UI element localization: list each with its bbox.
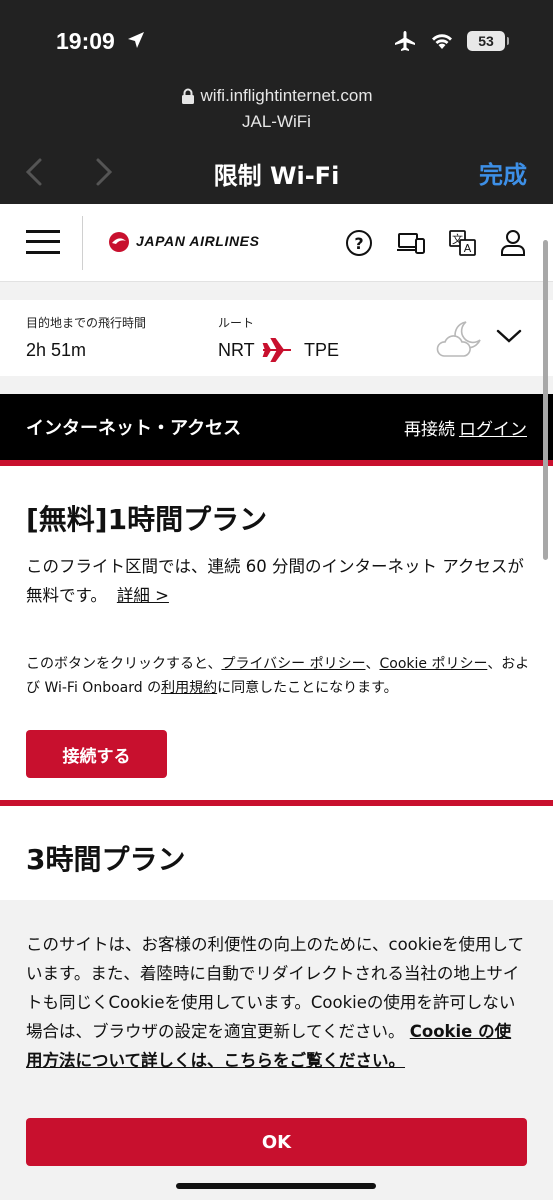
help-icon[interactable]: ? (344, 228, 374, 258)
connect-button[interactable]: 接続する (26, 730, 167, 778)
browser-title: 限制 Wi-Fi (213, 162, 340, 190)
access-title: インターネット・アクセス (26, 418, 242, 439)
free-plan-card: [無料]1時間プラン このフライト区間では、連続 60 分間のインターネット ア… (0, 466, 553, 800)
done-button[interactable]: 完成 (479, 155, 527, 190)
browser-chrome: 19:09 53 wifi.inflightinternet.com JAL-W… (0, 0, 553, 204)
translate-icon[interactable]: 文 A (448, 228, 478, 258)
login-link[interactable]: ログイン (459, 420, 527, 440)
airplane-icon (262, 338, 291, 362)
logo-text[interactable]: JAPAN AIRLINES (136, 233, 260, 249)
reconnect-link[interactable]: 再接続 (404, 420, 455, 440)
url-bar[interactable]: wifi.inflightinternet.com (0, 86, 553, 106)
route-origin: NRT (218, 340, 255, 360)
location-arrow-icon (128, 32, 144, 48)
svg-text:A: A (464, 242, 472, 255)
route-destination: TPE (304, 340, 340, 360)
ok-button[interactable]: OK (26, 1118, 527, 1166)
wifi-icon (432, 34, 452, 49)
status-time: 19:09 (56, 28, 115, 54)
details-link[interactable]: 詳細 > (117, 586, 169, 605)
home-indicator (176, 1183, 376, 1189)
three-hour-plan-card[interactable]: 3時間プラン (0, 806, 553, 900)
devices-icon[interactable] (396, 228, 426, 258)
chevron-down-icon[interactable] (496, 328, 522, 344)
jal-crane-logo-icon (109, 232, 129, 252)
route-label: ルート (218, 316, 255, 330)
cookie-policy-link[interactable]: Cookie ポリシー (379, 656, 487, 672)
hamburger-menu-icon[interactable] (26, 228, 60, 256)
cookie-text: このサイトは、お客様の利便性の向上のために、cookieを使用しています。また、… (26, 935, 525, 1070)
site-header: JAPAN AIRLINES ? 文 A (0, 204, 553, 282)
user-account-icon[interactable] (498, 228, 528, 258)
plan-terms: このボタンをクリックすると、プライバシー ポリシー、Cookie ポリシー、およ… (26, 656, 530, 696)
flight-time-label: 目的地までの飛行時間 (26, 316, 147, 330)
airplane-mode-icon (395, 31, 415, 51)
header-divider (82, 216, 83, 270)
plan-title: 3時間プラン (26, 843, 186, 876)
status-icons: 53 (393, 30, 509, 52)
site-name: JAL-WiFi (242, 112, 311, 131)
battery-indicator: 53 (467, 31, 509, 51)
privacy-policy-link[interactable]: プライバシー ポリシー (221, 656, 365, 672)
flight-time-value: 2h 51m (26, 340, 87, 360)
cookie-banner: このサイトは、お客様の利便性の向上のために、cookieを使用しています。また、… (0, 900, 553, 1200)
night-cloud-icon (436, 321, 481, 357)
lock-icon (181, 88, 194, 104)
url-text: wifi.inflightinternet.com (200, 86, 373, 105)
terms-of-use-link[interactable]: 利用規約 (161, 680, 217, 696)
scrollbar[interactable] (543, 240, 548, 560)
access-links: 再接続 ログイン (404, 415, 527, 440)
svg-text:?: ? (354, 234, 363, 253)
internet-access-bar: インターネット・アクセス 再接続 ログイン (0, 394, 553, 460)
plan-title: [無料]1時間プラン (26, 503, 268, 536)
plan-description: このフライト区間では、連続 60 分間のインターネット アクセスが無料です。 詳細… (26, 557, 524, 605)
